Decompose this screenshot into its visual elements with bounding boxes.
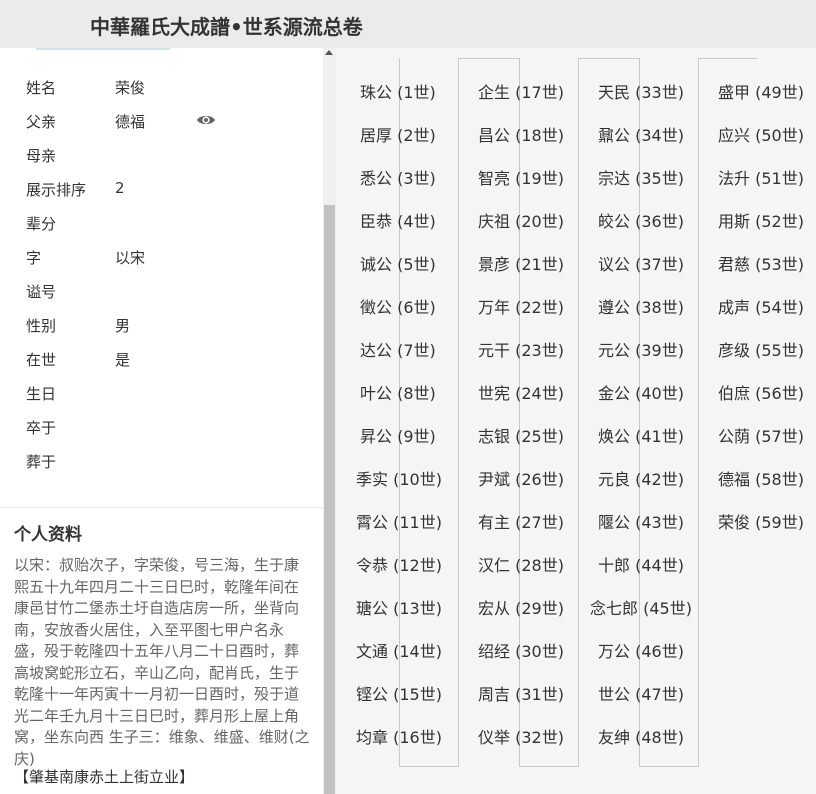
generation-node[interactable]: 万公 (46世) — [598, 638, 684, 662]
generation-node[interactable]: 公荫 (57世) — [718, 423, 804, 447]
profile-panel: 姓名 荣俊 父亲 德福 母亲 展示排序 2 辈分 字 以宋 谥号 性别 男 在世… — [0, 48, 336, 794]
generation-node[interactable]: 景彦 (21世) — [478, 251, 564, 275]
field-value: 男 — [115, 317, 131, 335]
field-label: 父亲 — [26, 113, 57, 131]
connector-line — [519, 766, 579, 767]
scrollbar-thumb[interactable] — [324, 205, 335, 794]
generation-node[interactable]: 志银 (25世) — [478, 423, 564, 447]
generation-node[interactable]: 居厚 (2世) — [360, 122, 436, 146]
generation-node[interactable]: 隁公 (43世) — [598, 509, 684, 533]
field-label: 展示排序 — [26, 181, 87, 199]
generation-node[interactable]: 绍经 (30世) — [478, 638, 564, 662]
field-label: 辈分 — [26, 215, 57, 233]
generation-node[interactable]: 伯庶 (56世) — [718, 380, 804, 404]
generation-node[interactable]: 应兴 (50世) — [718, 122, 804, 146]
scroll-up-arrow-icon[interactable] — [325, 50, 333, 55]
generation-node[interactable]: 令恭 (12世) — [356, 552, 442, 576]
generation-node[interactable]: 文通 (14世) — [356, 638, 442, 662]
field-label: 谥号 — [26, 283, 57, 301]
generation-node[interactable]: 遵公 (38世) — [598, 294, 684, 318]
generation-node[interactable]: 昌公 (18世) — [478, 122, 564, 146]
generation-node[interactable]: 用斯 (52世) — [718, 208, 804, 232]
connector-line — [578, 58, 579, 766]
generation-node[interactable]: 庆祖 (20世) — [478, 208, 564, 232]
eye-icon[interactable] — [196, 113, 216, 127]
generation-node[interactable]: 议公 (37世) — [598, 251, 684, 275]
bio-text: 以宋：叔贻次子，字荣俊，号三海，生于康熙五十九年四月二十三日巳时，乾隆年间在康邑… — [14, 556, 310, 768]
generation-node[interactable]: 臣恭 (4世) — [360, 208, 436, 232]
generation-node[interactable]: 叶公 (8世) — [360, 380, 436, 404]
generation-node[interactable]: 世公 (47世) — [598, 681, 684, 705]
generation-node[interactable]: 十郎 (44世) — [598, 552, 684, 576]
generation-node[interactable]: 盛甲 (49世) — [718, 79, 804, 103]
field-label: 性别 — [26, 317, 57, 335]
generation-node[interactable]: 元干 (23世) — [478, 337, 564, 361]
bio-title: 个人资料 — [14, 525, 82, 545]
field-label: 卒于 — [26, 419, 57, 437]
generation-node[interactable]: 法升 (51世) — [718, 165, 804, 189]
generation-node[interactable]: 尹斌 (26世) — [478, 466, 564, 490]
field-label: 字 — [26, 249, 42, 267]
field-label: 葬于 — [26, 453, 57, 471]
generation-node[interactable]: 成声 (54世) — [718, 294, 804, 318]
lineage-tree: 珠公 (1世) 居厚 (2世) 悉公 (3世) 臣恭 (4世) 诚公 (5世) 徵公 (6… — [336, 48, 816, 794]
generation-node[interactable]: 天民 (33世) — [598, 79, 684, 103]
connector-line — [458, 58, 459, 766]
generation-node[interactable]: 霄公 (11世) — [356, 509, 442, 533]
generation-node[interactable]: 仪举 (32世) — [478, 724, 564, 748]
generation-node[interactable]: 徵公 (6世) — [360, 294, 436, 318]
generation-node[interactable]: 元公 (39世) — [598, 337, 684, 361]
generation-node[interactable]: 有主 (27世) — [478, 509, 564, 533]
generation-node[interactable]: 汉仁 (28世) — [478, 552, 564, 576]
field-label: 母亲 — [26, 147, 57, 165]
field-value: 2 — [115, 179, 125, 197]
field-label: 姓名 — [26, 79, 57, 97]
generation-node[interactable]: 诚公 (5世) — [360, 251, 436, 275]
generation-node[interactable]: 念七郎 (45世) — [590, 595, 692, 619]
generation-node[interactable]: 达公 (7世) — [360, 337, 436, 361]
connector-line — [399, 766, 459, 767]
generation-node[interactable]: 瑭公 (13世) — [356, 595, 442, 619]
generation-node[interactable]: 宏从 (29世) — [478, 595, 564, 619]
generation-node[interactable]: 季实 (10世) — [356, 466, 442, 490]
generation-node[interactable]: 均章 (16世) — [356, 724, 442, 748]
generation-node[interactable]: 悉公 (3世) — [360, 165, 436, 189]
generation-node[interactable]: 德福 (58世) — [718, 466, 804, 490]
generation-node[interactable]: 铿公 (15世) — [356, 681, 442, 705]
app-header: 中華羅氏大成譜•世系源流总卷 — [0, 0, 816, 48]
generation-node[interactable]: 君慈 (53世) — [718, 251, 804, 275]
connector-line — [698, 58, 757, 59]
connector-line — [578, 58, 640, 59]
generation-node[interactable]: 世宪 (24世) — [478, 380, 564, 404]
section-divider — [0, 507, 323, 508]
field-value[interactable]: 德福 — [115, 111, 145, 132]
app-title: 中華羅氏大成譜•世系源流总卷 — [90, 15, 363, 39]
generation-node[interactable]: 皎公 (36世) — [598, 208, 684, 232]
generation-node[interactable]: 珠公 (1世) — [360, 79, 436, 103]
generation-node[interactable]: 智亮 (19世) — [478, 165, 564, 189]
generation-node[interactable]: 万年 (22世) — [478, 294, 564, 318]
connector-line — [458, 58, 520, 59]
bio-footer: 【肇基南康赤土上街立业】 — [14, 768, 195, 786]
generation-node[interactable]: 宗达 (35世) — [598, 165, 684, 189]
generation-node[interactable]: 鼐公 (34世) — [598, 122, 684, 146]
field-value: 以宋 — [115, 249, 146, 267]
generation-node[interactable]: 焕公 (41世) — [598, 423, 684, 447]
scrollbar[interactable] — [323, 48, 336, 794]
field-label: 在世 — [26, 351, 57, 369]
generation-node[interactable]: 周吉 (31世) — [478, 681, 564, 705]
connector-line — [639, 766, 699, 767]
generation-node[interactable]: 金公 (40世) — [598, 380, 684, 404]
field-value: 是 — [115, 351, 131, 369]
generation-node[interactable]: 友绅 (48世) — [598, 724, 684, 748]
generation-node[interactable]: 昇公 (9世) — [360, 423, 436, 447]
field-label: 生日 — [26, 385, 57, 403]
generation-node[interactable]: 荣俊 (59世) — [718, 509, 804, 533]
generation-node[interactable]: 元良 (42世) — [598, 466, 684, 490]
generation-node[interactable]: 彦级 (55世) — [718, 337, 804, 361]
generation-node[interactable]: 企生 (17世) — [478, 79, 564, 103]
connector-line — [698, 58, 699, 766]
field-value: 荣俊 — [115, 79, 146, 97]
tab-indicator — [36, 48, 170, 50]
